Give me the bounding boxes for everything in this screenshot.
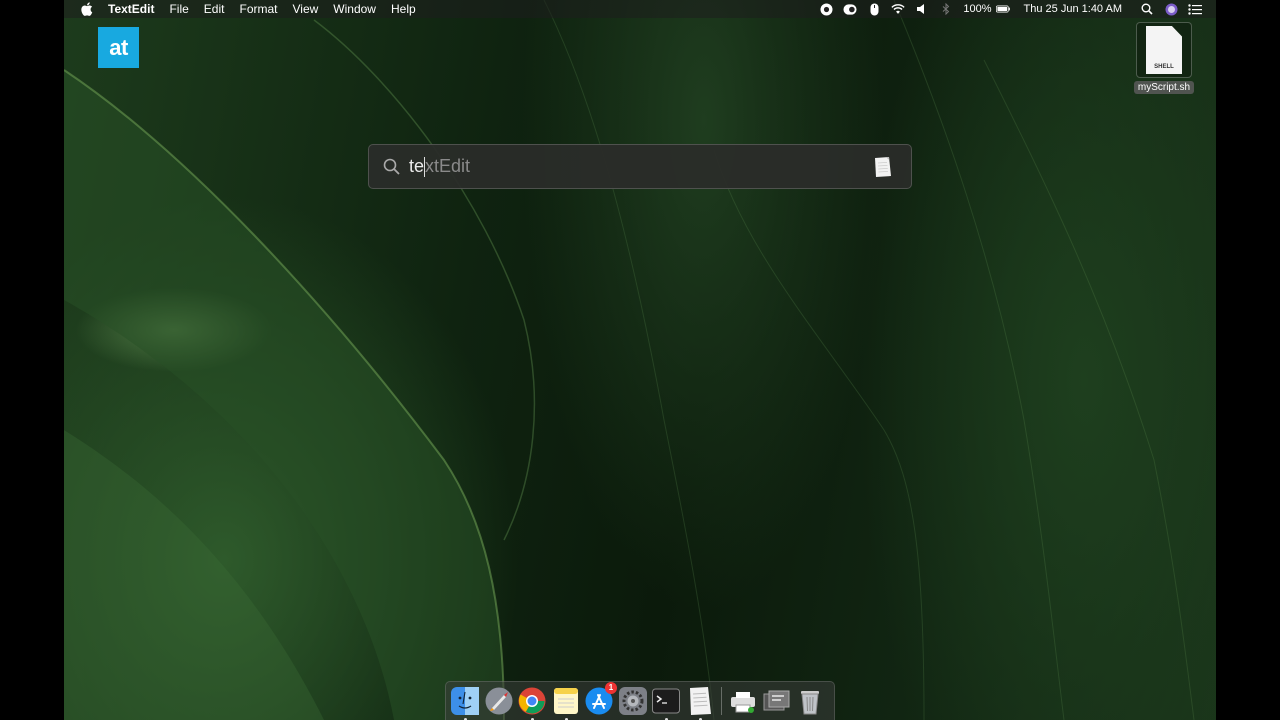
volume-icon[interactable] (915, 2, 929, 16)
toggle-switch-icon[interactable] (843, 2, 857, 16)
launchpad-icon[interactable] (484, 686, 514, 716)
dock: 1 (445, 681, 835, 720)
clock[interactable]: Thu 25 Jun 1:40 AM (1024, 3, 1122, 15)
finder-icon[interactable] (450, 686, 480, 720)
status-area: 100% Thu 25 Jun 1:40 AM (809, 0, 1202, 18)
menu-file[interactable]: File (169, 0, 188, 18)
letterbox-right (1216, 0, 1280, 720)
record-icon[interactable] (819, 2, 833, 16)
shell-file-icon[interactable]: SHELL (1136, 22, 1192, 78)
menu-bar: TextEdit File Edit Format View Window He… (64, 0, 1216, 18)
siri-icon[interactable] (1164, 2, 1178, 16)
menu-window[interactable]: Window (333, 0, 376, 18)
battery-percent: 100% (963, 3, 992, 15)
chrome-icon[interactable] (517, 686, 547, 720)
dock-separator (721, 687, 722, 715)
search-icon (382, 157, 402, 177)
notes-icon[interactable] (551, 686, 581, 720)
menu-view[interactable]: View (293, 0, 319, 18)
printer-icon[interactable] (728, 686, 758, 716)
leaf-wallpaper-art (64, 0, 1195, 720)
notification-badge: 1 (605, 682, 617, 694)
spotlight-search-bar[interactable]: te xtEdit (368, 144, 912, 189)
terminal-icon[interactable] (651, 686, 681, 720)
file-type-label: SHELL (1154, 64, 1174, 70)
system-preferences-icon[interactable] (618, 686, 648, 716)
downloads-stack-icon[interactable] (762, 686, 792, 716)
apple-menu-icon[interactable] (80, 2, 94, 16)
trash-icon[interactable] (795, 686, 825, 716)
desktop-wallpaper[interactable] (64, 0, 1216, 720)
autocomplete-suggestion: xtEdit (425, 156, 471, 176)
letterbox-left (0, 0, 64, 720)
menu-edit[interactable]: Edit (204, 0, 225, 18)
spotlight-input[interactable]: te xtEdit (409, 144, 470, 189)
typed-query: te (409, 156, 425, 176)
textedit-icon[interactable] (685, 686, 715, 720)
mouse-icon[interactable] (867, 2, 881, 16)
bluetooth-icon[interactable] (939, 2, 953, 16)
menu-app-name[interactable]: TextEdit (108, 0, 154, 18)
textedit-icon (873, 156, 893, 178)
desktop-file-myscript[interactable]: SHELL myScript.sh (1130, 22, 1198, 94)
app-store-icon[interactable]: 1 (584, 682, 617, 716)
spotlight-search-icon[interactable] (1140, 2, 1154, 16)
notification-center-icon[interactable] (1188, 2, 1202, 16)
menu-help[interactable]: Help (391, 0, 416, 18)
desktop-file-name[interactable]: myScript.sh (1133, 81, 1195, 94)
wifi-icon[interactable] (891, 2, 906, 16)
watermark-logo: at (98, 27, 139, 68)
battery-icon[interactable] (995, 2, 1010, 16)
menu-format[interactable]: Format (239, 0, 277, 18)
